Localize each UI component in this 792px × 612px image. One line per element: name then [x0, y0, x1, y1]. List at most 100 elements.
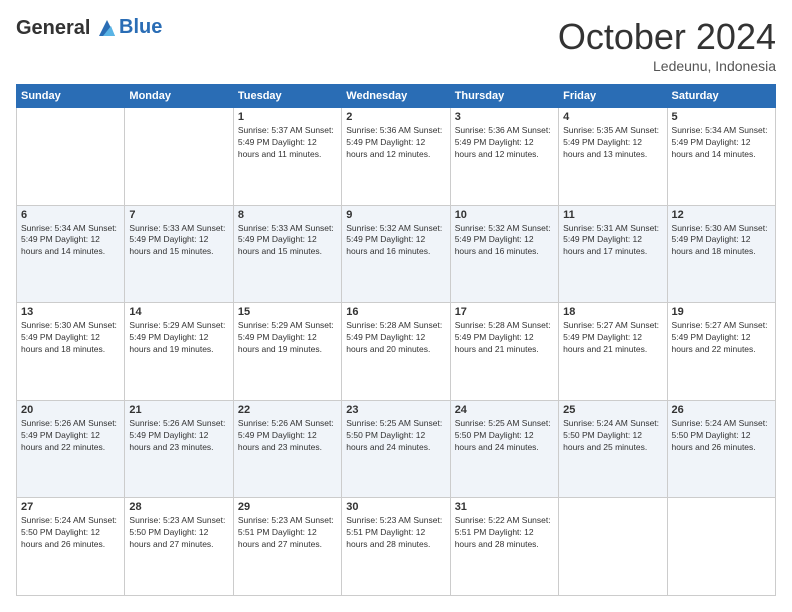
logo-blue: Blue [119, 16, 162, 39]
day-info: Sunrise: 5:28 AM Sunset: 5:49 PM Dayligh… [346, 320, 445, 356]
day-info: Sunrise: 5:29 AM Sunset: 5:49 PM Dayligh… [129, 320, 228, 356]
logo-icon [97, 18, 117, 38]
day-info: Sunrise: 5:27 AM Sunset: 5:49 PM Dayligh… [672, 320, 771, 356]
day-info: Sunrise: 5:32 AM Sunset: 5:49 PM Dayligh… [455, 223, 554, 259]
calendar-cell-0-5: 4Sunrise: 5:35 AM Sunset: 5:49 PM Daylig… [559, 108, 667, 206]
day-info: Sunrise: 5:24 AM Sunset: 5:50 PM Dayligh… [563, 418, 662, 454]
month-title: October 2024 [558, 16, 776, 58]
day-number: 5 [672, 111, 771, 123]
calendar-cell-1-6: 12 Sunrise: 5:30 AM Sunset: 5:49 PM Dayli… [667, 205, 775, 303]
weekday-header-row: Sunday Monday Tuesday Wednesday Thursday… [17, 85, 776, 108]
calendar-cell-1-3: 9Sunrise: 5:32 AM Sunset: 5:49 PM Daylig… [342, 205, 450, 303]
day-number: 11 [563, 209, 662, 221]
day-number: 7 [129, 209, 228, 221]
calendar-cell-0-2: 1Sunrise: 5:37 AM Sunset: 5:49 PM Daylig… [233, 108, 341, 206]
day-info: Sunrise: 5:26 AM Sunset: 5:49 PM Dayligh… [21, 418, 120, 454]
day-number: 10 [455, 209, 554, 221]
calendar-cell-2-0: 13Sunrise: 5:30 AM Sunset: 5:49 PM Dayli… [17, 303, 125, 401]
calendar-cell-3-6: 26Sunrise: 5:24 AM Sunset: 5:50 PM Dayli… [667, 400, 775, 498]
week-row-3: 13Sunrise: 5:30 AM Sunset: 5:49 PM Dayli… [17, 303, 776, 401]
day-number: 24 [455, 404, 554, 416]
day-number: 21 [129, 404, 228, 416]
calendar-cell-1-2: 8Sunrise: 5:33 AM Sunset: 5:49 PM Daylig… [233, 205, 341, 303]
header-sunday: Sunday [17, 85, 125, 108]
day-info: Sunrise: 5:33 AM Sunset: 5:49 PM Dayligh… [238, 223, 337, 259]
calendar-cell-2-5: 18 Sunrise: 5:27 AM Sunset: 5:49 PM Dayli… [559, 303, 667, 401]
calendar-cell-2-3: 16 Sunrise: 5:28 AM Sunset: 5:49 PM Dayli… [342, 303, 450, 401]
calendar-cell-2-4: 17 Sunrise: 5:28 AM Sunset: 5:49 PM Dayli… [450, 303, 558, 401]
day-number: 28 [129, 501, 228, 513]
day-info: Sunrise: 5:30 AM Sunset: 5:49 PM Dayligh… [672, 223, 771, 259]
day-number: 15 [238, 306, 337, 318]
calendar-cell-0-3: 2Sunrise: 5:36 AM Sunset: 5:49 PM Daylig… [342, 108, 450, 206]
day-number: 16 [346, 306, 445, 318]
week-row-2: 6Sunrise: 5:34 AM Sunset: 5:49 PM Daylig… [17, 205, 776, 303]
day-info: Sunrise: 5:24 AM Sunset: 5:50 PM Dayligh… [21, 515, 120, 551]
calendar-cell-0-1 [125, 108, 233, 206]
calendar-cell-4-1: 28 Sunrise: 5:23 AM Sunset: 5:50 PM Dayli… [125, 498, 233, 596]
calendar-cell-4-6 [667, 498, 775, 596]
day-info: Sunrise: 5:34 AM Sunset: 5:49 PM Dayligh… [672, 125, 771, 161]
page: General Blue October 2024 Ledeunu, Indon… [0, 0, 792, 612]
calendar-table: Sunday Monday Tuesday Wednesday Thursday… [16, 84, 776, 596]
day-number: 30 [346, 501, 445, 513]
day-number: 18 [563, 306, 662, 318]
header-tuesday: Tuesday [233, 85, 341, 108]
day-number: 13 [21, 306, 120, 318]
day-info: Sunrise: 5:36 AM Sunset: 5:49 PM Dayligh… [455, 125, 554, 161]
calendar-cell-4-5 [559, 498, 667, 596]
day-info: Sunrise: 5:27 AM Sunset: 5:49 PM Dayligh… [563, 320, 662, 356]
logo: General Blue [16, 16, 162, 39]
header-thursday: Thursday [450, 85, 558, 108]
calendar-cell-3-4: 24 Sunrise: 5:25 AM Sunset: 5:50 PM Dayli… [450, 400, 558, 498]
day-info: Sunrise: 5:37 AM Sunset: 5:49 PM Dayligh… [238, 125, 337, 161]
day-number: 22 [238, 404, 337, 416]
title-block: October 2024 Ledeunu, Indonesia [558, 16, 776, 74]
day-info: Sunrise: 5:31 AM Sunset: 5:49 PM Dayligh… [563, 223, 662, 259]
day-number: 26 [672, 404, 771, 416]
week-row-5: 27 Sunrise: 5:24 AM Sunset: 5:50 PM Dayli… [17, 498, 776, 596]
header-friday: Friday [559, 85, 667, 108]
calendar-cell-3-1: 21 Sunrise: 5:26 AM Sunset: 5:49 PM Dayli… [125, 400, 233, 498]
calendar-cell-3-5: 25 Sunrise: 5:24 AM Sunset: 5:50 PM Dayli… [559, 400, 667, 498]
day-number: 25 [563, 404, 662, 416]
calendar-cell-1-5: 11 Sunrise: 5:31 AM Sunset: 5:49 PM Dayli… [559, 205, 667, 303]
logo-general: General [16, 17, 90, 39]
day-info: Sunrise: 5:23 AM Sunset: 5:51 PM Dayligh… [238, 515, 337, 551]
day-number: 27 [21, 501, 120, 513]
header-saturday: Saturday [667, 85, 775, 108]
calendar-cell-4-2: 29 Sunrise: 5:23 AM Sunset: 5:51 PM Dayli… [233, 498, 341, 596]
day-info: Sunrise: 5:26 AM Sunset: 5:49 PM Dayligh… [129, 418, 228, 454]
day-number: 29 [238, 501, 337, 513]
day-info: Sunrise: 5:26 AM Sunset: 5:49 PM Dayligh… [238, 418, 337, 454]
week-row-1: 1Sunrise: 5:37 AM Sunset: 5:49 PM Daylig… [17, 108, 776, 206]
calendar-cell-3-0: 20Sunrise: 5:26 AM Sunset: 5:49 PM Dayli… [17, 400, 125, 498]
day-info: Sunrise: 5:33 AM Sunset: 5:49 PM Dayligh… [129, 223, 228, 259]
day-info: Sunrise: 5:23 AM Sunset: 5:51 PM Dayligh… [346, 515, 445, 551]
calendar-cell-3-2: 22 Sunrise: 5:26 AM Sunset: 5:49 PM Dayli… [233, 400, 341, 498]
header-wednesday: Wednesday [342, 85, 450, 108]
day-number: 14 [129, 306, 228, 318]
day-number: 23 [346, 404, 445, 416]
day-info: Sunrise: 5:28 AM Sunset: 5:49 PM Dayligh… [455, 320, 554, 356]
day-info: Sunrise: 5:25 AM Sunset: 5:50 PM Dayligh… [455, 418, 554, 454]
calendar-cell-4-4: 31Sunrise: 5:22 AM Sunset: 5:51 PM Dayli… [450, 498, 558, 596]
location: Ledeunu, Indonesia [558, 58, 776, 74]
calendar-cell-2-1: 14 Sunrise: 5:29 AM Sunset: 5:49 PM Dayli… [125, 303, 233, 401]
day-info: Sunrise: 5:23 AM Sunset: 5:50 PM Dayligh… [129, 515, 228, 551]
week-row-4: 20Sunrise: 5:26 AM Sunset: 5:49 PM Dayli… [17, 400, 776, 498]
calendar-cell-2-6: 19 Sunrise: 5:27 AM Sunset: 5:49 PM Dayli… [667, 303, 775, 401]
calendar-cell-1-0: 6Sunrise: 5:34 AM Sunset: 5:49 PM Daylig… [17, 205, 125, 303]
day-number: 17 [455, 306, 554, 318]
day-info: Sunrise: 5:22 AM Sunset: 5:51 PM Dayligh… [455, 515, 554, 551]
day-info: Sunrise: 5:36 AM Sunset: 5:49 PM Dayligh… [346, 125, 445, 161]
day-info: Sunrise: 5:35 AM Sunset: 5:49 PM Dayligh… [563, 125, 662, 161]
day-number: 19 [672, 306, 771, 318]
calendar-cell-1-4: 10 Sunrise: 5:32 AM Sunset: 5:49 PM Dayli… [450, 205, 558, 303]
calendar-cell-3-3: 23Sunrise: 5:25 AM Sunset: 5:50 PM Dayli… [342, 400, 450, 498]
day-number: 12 [672, 209, 771, 221]
calendar-cell-0-4: 3 Sunrise: 5:36 AM Sunset: 5:49 PM Daylig… [450, 108, 558, 206]
calendar-cell-4-3: 30 Sunrise: 5:23 AM Sunset: 5:51 PM Dayli… [342, 498, 450, 596]
day-number: 3 [455, 111, 554, 123]
calendar-cell-2-2: 15Sunrise: 5:29 AM Sunset: 5:49 PM Dayli… [233, 303, 341, 401]
